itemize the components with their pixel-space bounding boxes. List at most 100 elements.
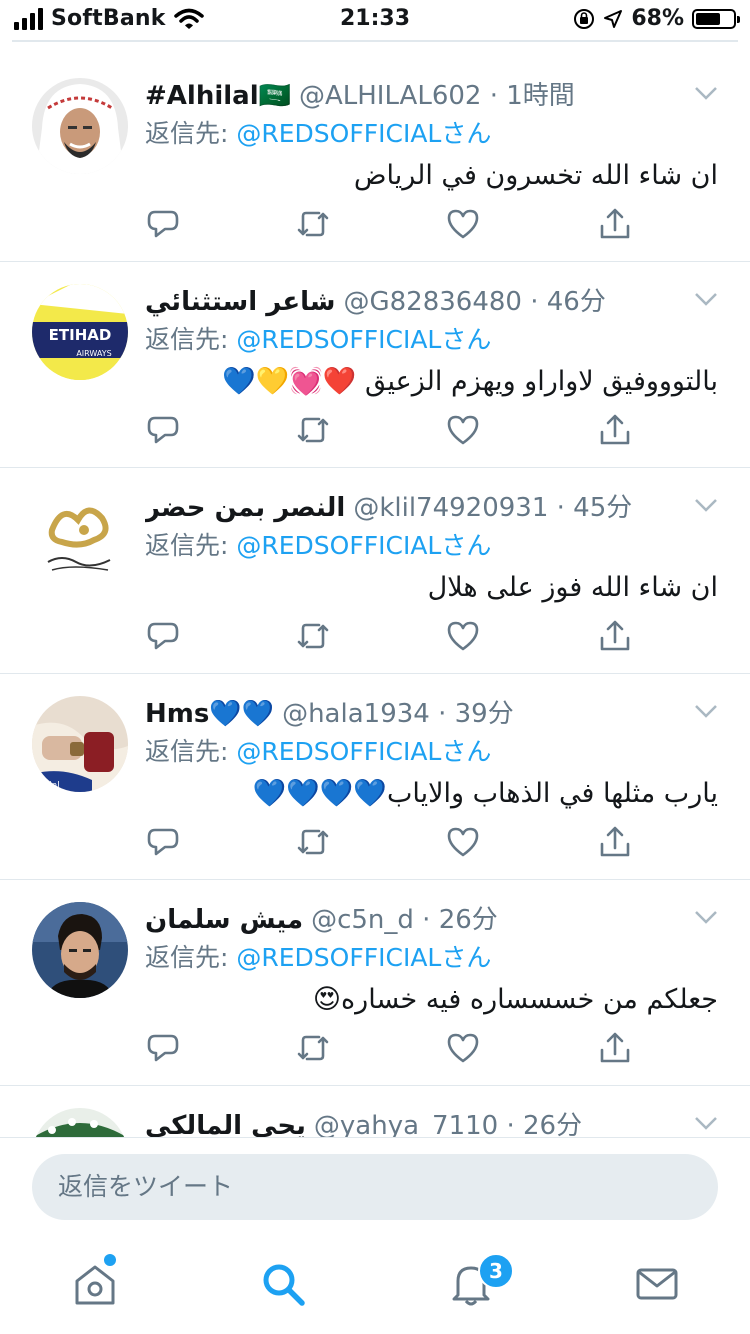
retweet-icon[interactable] bbox=[295, 1030, 331, 1066]
compose-bar: 返信をツイート bbox=[0, 1137, 750, 1238]
display-name[interactable]: النصر بمن حضر bbox=[145, 493, 345, 523]
reply-feed: #Alhilal🇸🇦 @ALHILAL602 · 1時間 返信先: @REDSOF… bbox=[0, 56, 750, 1137]
share-icon[interactable] bbox=[597, 1030, 633, 1066]
retweet-icon[interactable] bbox=[295, 618, 331, 654]
reply-context: 返信先: @REDSOFFICIALさん bbox=[145, 322, 491, 358]
search-icon[interactable] bbox=[258, 1259, 308, 1309]
chevron-down-icon[interactable] bbox=[694, 498, 718, 512]
tweet-header: #Alhilal🇸🇦 @ALHILAL602 · 1時間 bbox=[145, 76, 670, 116]
display-name[interactable]: يحي المالكي bbox=[145, 1111, 306, 1137]
tab-bar bbox=[0, 1237, 750, 1334]
tweet[interactable]: ETIHAD AIRWAYS شاعر استثنائي @G82836480 ·… bbox=[0, 262, 750, 468]
tweet-actions bbox=[145, 412, 645, 456]
tweet[interactable]: ميش سلمان @c5n_d · 26分 返信先: @REDSOFFICIAL… bbox=[0, 880, 750, 1086]
tweet[interactable]: Hilal Hms💙💙 @hala1934 · 39分 返信先: @REDSOFF… bbox=[0, 674, 750, 880]
svg-text:ETIHAD: ETIHAD bbox=[49, 326, 112, 344]
reply-icon[interactable] bbox=[145, 824, 181, 860]
reply-prefix: 返信先: bbox=[145, 943, 229, 972]
avatar[interactable]: Hilal bbox=[32, 696, 128, 792]
retweet-icon[interactable] bbox=[295, 206, 331, 242]
svg-text:Hilal: Hilal bbox=[40, 781, 60, 791]
reply-context: 返信先: @REDSOFFICIALさん bbox=[145, 116, 491, 152]
chevron-down-icon[interactable] bbox=[694, 704, 718, 718]
avatar[interactable] bbox=[32, 902, 128, 998]
header-divider bbox=[12, 40, 738, 42]
avatar[interactable]: ETIHAD AIRWAYS bbox=[32, 284, 128, 380]
like-icon[interactable] bbox=[445, 824, 481, 860]
tweet-header: ميش سلمان @c5n_d · 26分 bbox=[145, 900, 670, 940]
reply-context: 返信先: @REDSOFFICIALさん bbox=[145, 734, 491, 770]
like-icon[interactable] bbox=[445, 206, 481, 242]
tweet-actions bbox=[145, 824, 645, 868]
retweet-icon[interactable] bbox=[295, 412, 331, 448]
share-icon[interactable] bbox=[597, 618, 633, 654]
tweet-actions bbox=[145, 618, 645, 662]
tweet-text: ان شاء الله تخسرون في الرياض bbox=[353, 160, 718, 191]
home-new-indicator bbox=[104, 1254, 116, 1266]
avatar[interactable] bbox=[32, 78, 128, 174]
chevron-down-icon[interactable] bbox=[694, 86, 718, 100]
chevron-down-icon[interactable] bbox=[694, 292, 718, 306]
reply-prefix: 返信先: bbox=[145, 325, 229, 354]
reply-context: 返信先: @REDSOFFICIALさん bbox=[145, 940, 491, 976]
tweet-text: يارب مثلها في الذهاب والاياب💙💙💙💙 bbox=[252, 778, 718, 809]
display-name[interactable]: Hms💙💙 bbox=[145, 699, 274, 729]
like-icon[interactable] bbox=[445, 412, 481, 448]
handle-and-time: @yahya_7110 · 26分 bbox=[313, 1111, 583, 1137]
home-icon[interactable] bbox=[70, 1259, 120, 1309]
svg-text:AIRWAYS: AIRWAYS bbox=[76, 349, 111, 358]
tweet-header: النصر بمن حضر @klil74920931 · 45分 bbox=[145, 488, 670, 528]
tweet[interactable]: النصر بمن حضر @klil74920931 · 45分 返信先: @R… bbox=[0, 468, 750, 674]
tweet-actions bbox=[145, 206, 645, 250]
reply-icon[interactable] bbox=[145, 1030, 181, 1066]
like-icon[interactable] bbox=[445, 618, 481, 654]
reply-handle[interactable]: @REDSOFFICIALさん bbox=[236, 325, 491, 354]
tweet-text: جعلكم من خسسساره فيه خساره😍 bbox=[312, 984, 718, 1015]
share-icon[interactable] bbox=[597, 412, 633, 448]
handle-and-time: @hala1934 · 39分 bbox=[282, 699, 514, 729]
reply-handle[interactable]: @REDSOFFICIALさん bbox=[236, 943, 491, 972]
handle-and-time: @G82836480 · 46分 bbox=[343, 287, 606, 317]
reply-icon[interactable] bbox=[145, 412, 181, 448]
orientation-lock-icon bbox=[574, 8, 595, 29]
handle-and-time: @c5n_d · 26分 bbox=[311, 905, 498, 935]
tweet[interactable]: #Alhilal🇸🇦 @ALHILAL602 · 1時間 返信先: @REDSOF… bbox=[0, 56, 750, 262]
reply-context: 返信先: @REDSOFFICIALさん bbox=[145, 528, 491, 564]
display-name[interactable]: شاعر استثنائي bbox=[145, 287, 335, 317]
share-icon[interactable] bbox=[597, 206, 633, 242]
reply-icon[interactable] bbox=[145, 206, 181, 242]
tweet-header: Hms💙💙 @hala1934 · 39分 bbox=[145, 694, 670, 734]
reply-prefix: 返信先: bbox=[145, 531, 229, 560]
chevron-down-icon[interactable] bbox=[694, 910, 718, 924]
reply-handle[interactable]: @REDSOFFICIALさん bbox=[236, 737, 491, 766]
tweet[interactable]: يحي المالكي @yahya_7110 · 26分 bbox=[0, 1086, 750, 1137]
tweet-actions bbox=[145, 1030, 645, 1074]
display-name[interactable]: ميش سلمان bbox=[145, 905, 303, 935]
chevron-down-icon[interactable] bbox=[694, 1116, 718, 1130]
messages-icon[interactable] bbox=[632, 1259, 682, 1309]
battery-percent: 68% bbox=[631, 6, 684, 31]
tweet-header: شاعر استثنائي @G82836480 · 46分 bbox=[145, 282, 670, 322]
retweet-icon[interactable] bbox=[295, 824, 331, 860]
reply-handle[interactable]: @REDSOFFICIALさん bbox=[236, 119, 491, 148]
display-name[interactable]: #Alhilal🇸🇦 bbox=[145, 81, 291, 111]
reply-prefix: 返信先: bbox=[145, 737, 229, 766]
like-icon[interactable] bbox=[445, 1030, 481, 1066]
handle-and-time: @ALHILAL602 · 1時間 bbox=[298, 81, 575, 111]
handle-and-time: @klil74920931 · 45分 bbox=[353, 493, 633, 523]
tweet-text: بالتوووفيق لاواراو ويهزم الزعيق ❤️💓💛💙 bbox=[221, 366, 718, 397]
reply-icon[interactable] bbox=[145, 618, 181, 654]
tweet-text: ان شاء الله فوز على هلال bbox=[427, 572, 718, 603]
battery-icon bbox=[692, 8, 740, 29]
status-right: 68% bbox=[573, 6, 740, 31]
status-bar: SoftBank 21:33 68% bbox=[0, 0, 750, 40]
reply-handle[interactable]: @REDSOFFICIALさん bbox=[236, 531, 491, 560]
reply-prefix: 返信先: bbox=[145, 119, 229, 148]
tweet-header: يحي المالكي @yahya_7110 · 26分 bbox=[145, 1106, 670, 1137]
share-icon[interactable] bbox=[597, 824, 633, 860]
notifications-badge: 3 bbox=[478, 1253, 514, 1289]
avatar[interactable] bbox=[32, 1108, 128, 1137]
reply-compose-input[interactable]: 返信をツイート bbox=[32, 1154, 718, 1220]
location-icon bbox=[604, 9, 623, 28]
avatar[interactable] bbox=[32, 490, 128, 586]
